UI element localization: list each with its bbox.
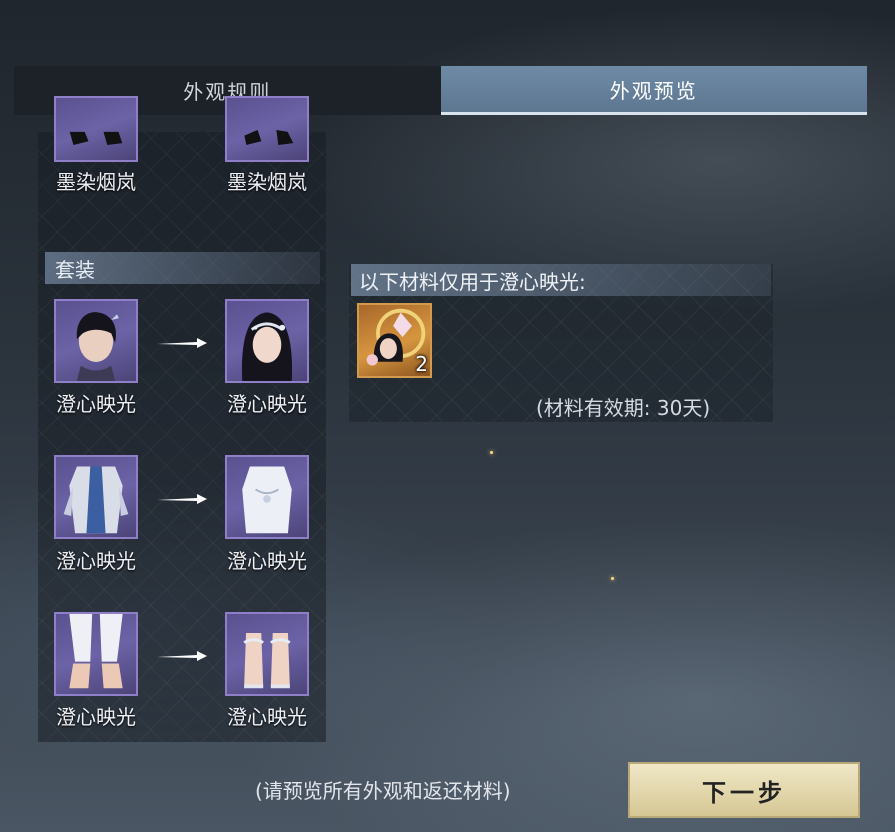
section-header-set: 套装 bbox=[45, 252, 320, 284]
material-validity-text: (材料有效期: 30天) bbox=[536, 396, 711, 420]
hair-from-icon[interactable] bbox=[54, 299, 138, 383]
hair-to-icon[interactable] bbox=[225, 299, 309, 383]
sparkle-decoration bbox=[490, 451, 493, 454]
hair-from-label: 澄心映光 bbox=[56, 392, 136, 416]
materials-header: 以下材料仅用于澄心映光: bbox=[351, 264, 771, 296]
top-item-left-icon[interactable] bbox=[54, 96, 138, 162]
top-item-left-label: 墨染烟岚 bbox=[56, 170, 136, 194]
outfit-from-label: 澄心映光 bbox=[56, 549, 136, 573]
outfit-to-icon[interactable] bbox=[225, 455, 309, 539]
top-item-right-label: 墨染烟岚 bbox=[227, 170, 307, 194]
arrow-icon bbox=[157, 338, 207, 348]
section-title: 套装 bbox=[55, 257, 95, 282]
outfit-to-label: 澄心映光 bbox=[227, 549, 307, 573]
material-item-icon[interactable]: 2 bbox=[357, 303, 432, 378]
feet-to-icon[interactable] bbox=[225, 612, 309, 696]
hair-to-label: 澄心映光 bbox=[227, 392, 307, 416]
tab-bar: 外观规则 外观预览 bbox=[14, 66, 867, 115]
feet-from-icon[interactable] bbox=[54, 612, 138, 696]
tab-appearance-preview[interactable]: 外观预览 bbox=[440, 66, 867, 115]
outfit-from-icon[interactable] bbox=[54, 455, 138, 539]
feet-from-label: 澄心映光 bbox=[56, 705, 136, 729]
arrow-icon bbox=[157, 651, 207, 661]
next-step-button[interactable]: 下一步 bbox=[628, 762, 860, 818]
footer-note: (请预览所有外观和返还材料) bbox=[255, 779, 511, 803]
material-count: 2 bbox=[415, 352, 428, 376]
sparkle-decoration bbox=[611, 577, 614, 580]
feet-to-label: 澄心映光 bbox=[227, 705, 307, 729]
top-item-right-icon[interactable] bbox=[225, 96, 309, 162]
materials-header-text: 以下材料仅用于澄心映光: bbox=[359, 269, 586, 294]
arrow-icon bbox=[157, 494, 207, 504]
